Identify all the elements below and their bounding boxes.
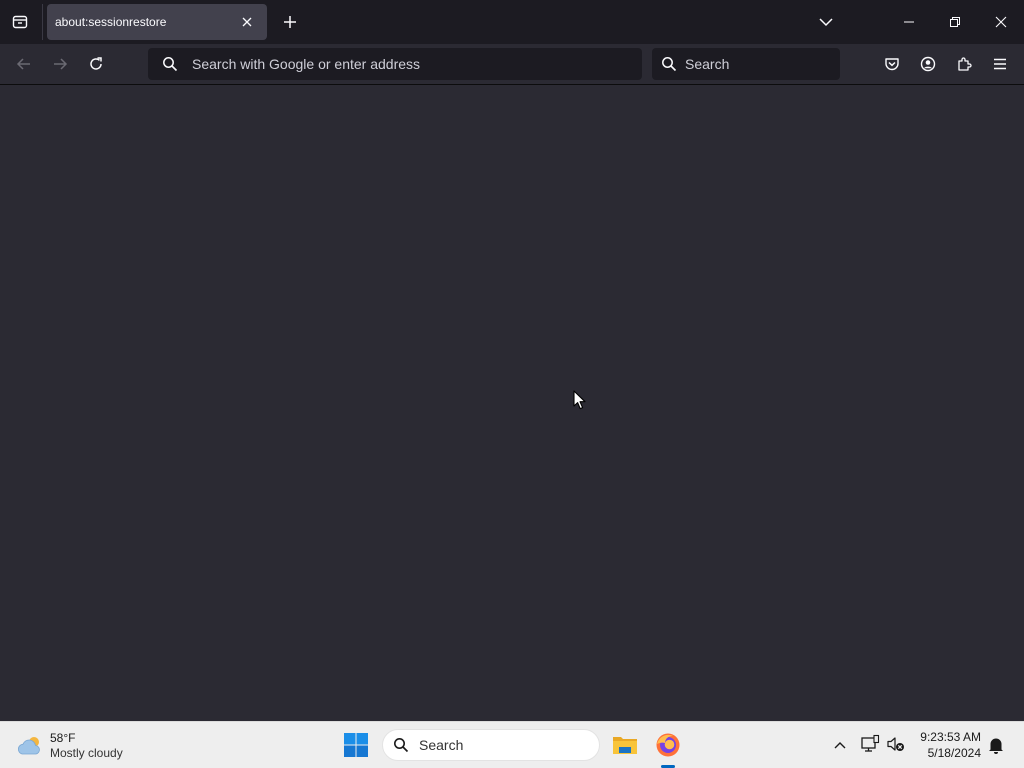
close-window-icon — [995, 16, 1007, 28]
tab-title: about:sessionrestore — [55, 15, 167, 29]
minimize-button[interactable] — [886, 0, 932, 44]
back-button[interactable] — [8, 48, 40, 80]
chevron-up-icon — [834, 742, 846, 749]
reload-icon — [90, 57, 102, 70]
forward-arrow-icon — [54, 58, 68, 70]
search-bar[interactable]: Search — [652, 48, 840, 80]
mouse-cursor-icon — [573, 390, 586, 410]
windows-taskbar: 58°F Mostly cloudy Search 9:23:53 AM 5/1… — [0, 721, 1024, 768]
extensions-icon — [958, 57, 972, 71]
tab-separator — [42, 4, 43, 40]
tab-sessionrestore[interactable]: about:sessionrestore — [47, 4, 267, 40]
address-bar-placeholder: Search with Google or enter address — [192, 56, 421, 72]
file-explorer-taskbar-button[interactable] — [610, 730, 640, 760]
tab-list-icon — [12, 15, 28, 29]
search-icon — [163, 57, 178, 72]
restore-button[interactable] — [932, 0, 978, 44]
back-arrow-icon — [16, 58, 30, 70]
reload-button[interactable] — [80, 48, 112, 80]
navigation-toolbar: Search with Google or enter address Sear… — [0, 44, 1024, 85]
extensions-button[interactable] — [948, 48, 980, 80]
folder-icon — [613, 737, 637, 754]
menu-icon — [994, 58, 1006, 70]
chevron-down-icon — [819, 18, 833, 27]
plus-icon — [284, 16, 296, 28]
account-icon — [920, 56, 936, 72]
system-clock[interactable]: 9:23:53 AM 5/18/2024 — [920, 729, 981, 761]
taskbar-search-label: Search — [419, 737, 464, 753]
new-tab-button[interactable] — [276, 8, 304, 36]
search-icon — [394, 738, 409, 753]
clock-time: 9:23:53 AM — [920, 730, 981, 744]
minimize-icon — [904, 21, 914, 23]
list-all-tabs-button[interactable] — [812, 8, 840, 36]
weather-condition: Mostly cloudy — [50, 746, 123, 760]
taskbar-search-box[interactable]: Search — [382, 729, 600, 761]
start-button[interactable] — [342, 731, 370, 759]
restore-icon — [950, 17, 960, 27]
pocket-icon — [885, 58, 899, 71]
tab-close-button[interactable] — [237, 12, 257, 32]
speaker-muted-icon[interactable] — [886, 734, 906, 754]
forward-button[interactable] — [44, 48, 76, 80]
firefox-view-button[interactable] — [6, 8, 34, 36]
pocket-button[interactable] — [876, 48, 908, 80]
page-content[interactable] — [0, 85, 1024, 721]
firefox-taskbar-button[interactable] — [653, 730, 683, 760]
close-icon — [242, 17, 252, 27]
search-bar-placeholder: Search — [685, 56, 730, 72]
windows-logo-icon — [344, 733, 368, 757]
address-bar[interactable]: Search with Google or enter address — [148, 48, 642, 80]
close-window-button[interactable] — [978, 0, 1024, 44]
show-hidden-icons-button[interactable] — [830, 734, 850, 756]
cloud-sun-icon — [17, 737, 40, 755]
search-icon — [662, 57, 677, 72]
firefox-logo-icon — [656, 733, 680, 757]
network-icon[interactable] — [860, 734, 880, 754]
notification-bell-icon[interactable] — [986, 735, 1006, 755]
title-bar: about:sessionrestore — [0, 0, 1024, 44]
app-menu-button[interactable] — [984, 48, 1016, 80]
weather-temperature: 58°F — [50, 731, 76, 745]
clock-date: 5/18/2024 — [927, 746, 981, 760]
account-button[interactable] — [912, 48, 944, 80]
weather-widget[interactable]: 58°F Mostly cloudy — [16, 728, 123, 764]
